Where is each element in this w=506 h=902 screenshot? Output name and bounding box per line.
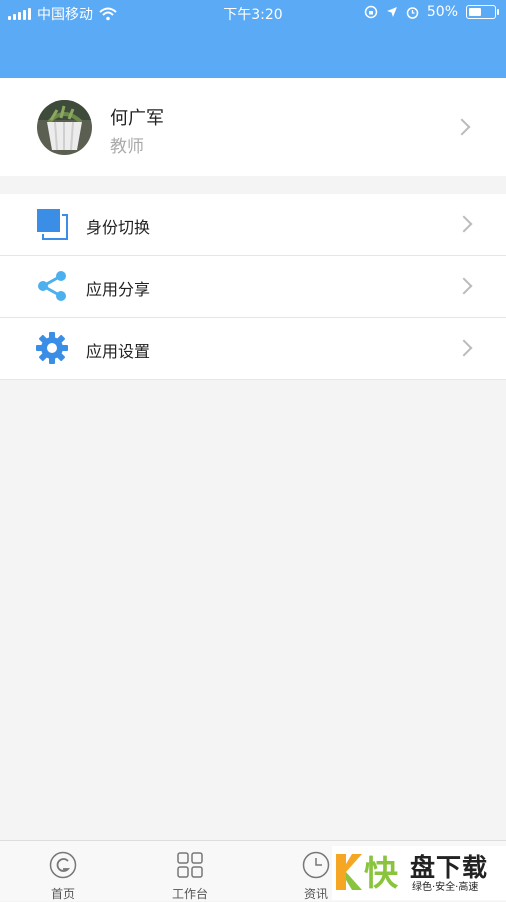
menu-item-label: 应用分享: [86, 280, 151, 299]
rotation-lock-icon: [364, 5, 378, 19]
location-icon: [386, 7, 397, 17]
menu-item-identity-switch[interactable]: 身份切换: [0, 194, 506, 256]
status-bar: 中国移动 下午3:20 50%: [0, 0, 506, 26]
home-icon: [49, 851, 77, 879]
chevron-right-icon: [455, 215, 473, 233]
profile-role: 教师: [110, 137, 144, 157]
top-header: 中国移动 下午3:20 50%: [0, 0, 506, 78]
tab-home[interactable]: 首页: [13, 841, 113, 901]
menu-item-label: 应用设置: [86, 342, 151, 361]
k-logo-icon: [336, 854, 362, 890]
watermark-logo: 快 盘下载 绿色·安全·高速: [332, 846, 506, 900]
grid-icon: [177, 852, 203, 878]
battery-icon: [466, 5, 499, 19]
menu-item-label: 身份切换: [86, 218, 151, 237]
tab-workbench[interactable]: 工作台: [140, 841, 240, 901]
alarm-icon: [406, 6, 419, 19]
watermark-slogan: 绿色·安全·高速: [412, 882, 479, 893]
profile-card[interactable]: 何广军 教师: [0, 78, 506, 176]
share-icon: [38, 271, 66, 301]
clock-icon: [302, 851, 330, 879]
menu-item-app-share[interactable]: 应用分享: [0, 256, 506, 318]
menu-item-app-settings[interactable]: 应用设置: [0, 318, 506, 380]
settings-menu: 身份切换 应用分享 应用设置: [0, 194, 506, 380]
profile-name: 何广军: [110, 108, 164, 129]
tab-label: 首页: [50, 887, 75, 901]
tab-label: 工作台: [171, 887, 208, 901]
chevron-right-icon: [455, 339, 473, 357]
avatar: [37, 100, 92, 155]
battery-percent: 50%: [426, 4, 458, 20]
watermark-kuai: 快: [364, 854, 398, 894]
identity-switch-icon: [37, 209, 68, 240]
gear-icon: [36, 332, 68, 364]
status-right: 50%: [364, 4, 499, 20]
chevron-right-icon: [453, 118, 471, 136]
chevron-right-icon: [455, 277, 473, 295]
